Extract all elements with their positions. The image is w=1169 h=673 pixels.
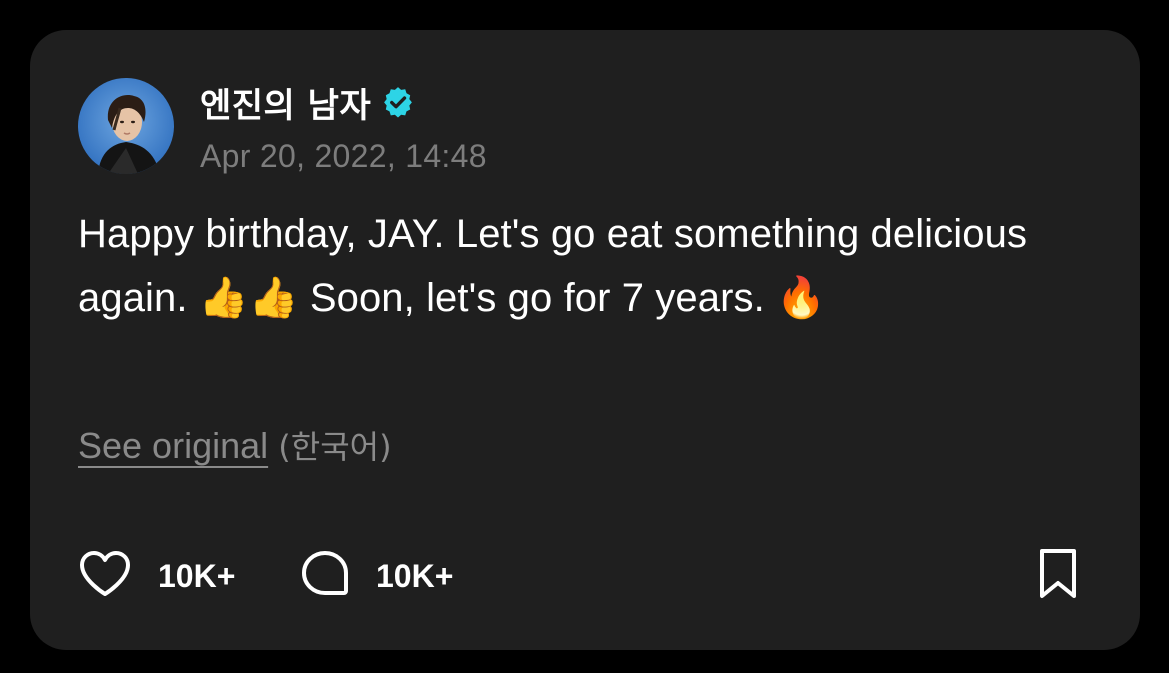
bookmark-button[interactable] xyxy=(1036,548,1080,604)
post-text: Happy birthday, JAY. Let's go eat someth… xyxy=(78,212,1028,320)
comment-count: 10K+ xyxy=(376,557,454,594)
verified-badge-icon xyxy=(381,85,415,119)
avatar-image xyxy=(78,78,174,174)
comment-icon xyxy=(300,549,350,604)
heart-icon xyxy=(78,550,132,603)
author-row: 엔진의 남자 xyxy=(200,78,415,127)
like-count: 10K+ xyxy=(158,557,236,594)
avatar[interactable] xyxy=(78,78,174,174)
see-original-link[interactable]: See original xyxy=(78,425,268,466)
translation-row: See original (한국어) xyxy=(78,422,392,468)
original-language-label: (한국어) xyxy=(268,428,392,466)
author-name[interactable]: 엔진의 남자 xyxy=(200,78,371,127)
action-bar: 10K+ 10K+ xyxy=(78,548,1088,604)
post-card: 엔진의 남자 Apr 20, 2022, 14:48 Happy birthda… xyxy=(30,30,1140,650)
like-button[interactable]: 10K+ xyxy=(78,548,235,604)
comment-button[interactable]: 10K+ xyxy=(300,548,453,604)
post-timestamp: Apr 20, 2022, 14:48 xyxy=(200,138,487,174)
bookmark-icon xyxy=(1036,547,1080,606)
